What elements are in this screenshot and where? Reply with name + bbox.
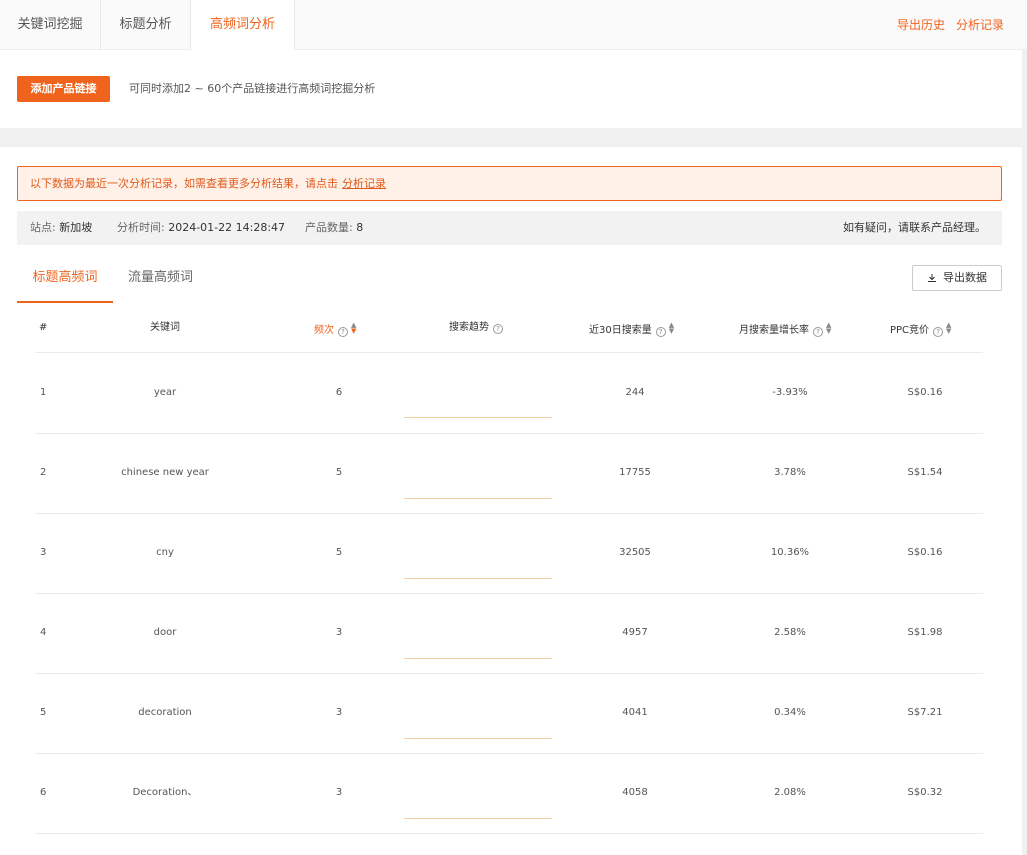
col-header-growth[interactable]: 月搜索量增长率? ▲ ▼ [739, 322, 831, 337]
col-header-search-volume[interactable]: 近30日搜索量? ▲ ▼ [589, 322, 674, 337]
export-data-label: 导出数据 [943, 271, 987, 284]
col-header-trend: 搜索趋势? [449, 322, 503, 334]
row-trend-line [404, 818, 552, 819]
row-divider [35, 513, 983, 514]
frequency-header-label: 频次 [314, 325, 334, 336]
row-frequency: 5 [335, 547, 343, 558]
row-search-volume: 244 [625, 387, 645, 398]
row-index: 2 [40, 467, 47, 478]
add-product-section: 添加产品链接 可同时添加2 ~ 60个产品链接进行高频词挖掘分析 [0, 50, 1022, 128]
tab-keyword-mining[interactable]: 关键词挖掘 [0, 0, 101, 50]
add-product-link-button[interactable]: 添加产品链接 [17, 76, 110, 102]
row-keyword: year [153, 387, 177, 398]
row-index: 6 [40, 787, 47, 798]
row-index: 4 [40, 627, 47, 638]
row-frequency: 3 [335, 707, 343, 718]
col-header-frequency[interactable]: 频次? ▲ ▼ [314, 322, 356, 337]
row-divider [35, 833, 983, 834]
time-value: 2024-01-22 14:28:47 [168, 221, 286, 234]
help-icon[interactable]: ? [655, 327, 666, 337]
time-label: 分析时间: [117, 221, 165, 234]
analysis-records-link[interactable]: 分析记录 [956, 0, 1004, 50]
row-keyword: cny [156, 547, 174, 558]
row-keyword: decoration [138, 707, 192, 718]
analysis-info-bar: 站点: 新加坡 分析时间: 2024-01-22 14:28:47 产品数量: … [17, 211, 1002, 245]
row-growth: 10.36% [770, 547, 810, 558]
row-frequency: 5 [335, 467, 343, 478]
top-tab-bar: 关键词挖掘 标题分析 高频词分析 导出历史 分析记录 [0, 0, 1027, 51]
row-growth: -3.93% [772, 387, 808, 398]
row-trend-line [404, 417, 552, 418]
tab-high-frequency-analysis[interactable]: 高频词分析 [191, 0, 295, 51]
subtab-title-keywords[interactable]: 标题高频词 [17, 258, 113, 303]
row-growth: 2.58% [774, 627, 806, 638]
row-growth: 2.08% [774, 787, 806, 798]
sort-icon[interactable]: ▲ ▼ [669, 322, 674, 335]
row-frequency: 3 [335, 627, 343, 638]
sort-icon[interactable]: ▲ ▼ [946, 322, 951, 335]
row-ppc: S$0.16 [907, 547, 943, 558]
row-keyword: Decoration、 [132, 787, 198, 798]
row-index: 3 [40, 547, 47, 558]
tab-title-analysis[interactable]: 标题分析 [101, 0, 191, 50]
row-index: 1 [40, 387, 47, 398]
latest-record-notice: 以下数据为最近一次分析记录，如需查看更多分析结果，请点击 分析记录 [17, 166, 1002, 201]
row-divider [35, 673, 983, 674]
count-value: 8 [356, 221, 364, 234]
row-ppc: S$1.54 [907, 467, 943, 478]
help-icon[interactable]: ? [813, 327, 823, 337]
count-label: 产品数量: [305, 221, 353, 234]
row-divider [35, 593, 983, 594]
row-trend-line [404, 578, 552, 579]
volume-header-label: 近30日搜索量 [589, 325, 652, 336]
download-icon [927, 268, 937, 292]
row-keyword: chinese new year [121, 467, 209, 478]
row-search-volume: 4957 [622, 627, 648, 638]
trend-header-label: 搜索趋势 [449, 322, 489, 333]
help-icon[interactable]: ? [338, 327, 348, 337]
row-divider [35, 753, 983, 754]
row-ppc: S$1.98 [907, 627, 943, 638]
add-product-hint: 可同时添加2 ~ 60个产品链接进行高频词挖掘分析 [129, 82, 376, 95]
row-trend-line [404, 498, 552, 499]
row-keyword: door [153, 627, 177, 638]
row-growth: 0.34% [774, 707, 806, 718]
help-icon[interactable]: ? [493, 324, 503, 334]
export-history-link[interactable]: 导出历史 [897, 0, 945, 50]
row-growth: 3.78% [774, 467, 806, 478]
export-data-button[interactable]: 导出数据 [912, 265, 1002, 291]
site-value: 新加坡 [59, 221, 93, 234]
ppc-header-label: PPC竞价 [890, 325, 930, 336]
row-search-volume: 4041 [622, 707, 648, 718]
col-header-keyword: 关键词 [150, 322, 180, 333]
row-frequency: 6 [335, 387, 343, 398]
notice-text: 以下数据为最近一次分析记录，如需查看更多分析结果，请点击 [30, 177, 338, 190]
col-header-index: # [39, 322, 48, 333]
row-ppc: S$0.32 [907, 787, 943, 798]
row-index: 5 [40, 707, 47, 718]
contact-note: 如有疑问，请联系产品经理。 [843, 221, 986, 234]
help-icon[interactable]: ? [933, 327, 944, 337]
sort-icon[interactable]: ▲ ▼ [351, 322, 356, 335]
site-info: 站点: 新加坡 [30, 211, 92, 245]
row-ppc: S$7.21 [907, 707, 943, 718]
row-ppc: S$0.16 [907, 387, 943, 398]
count-info: 产品数量: 8 [305, 211, 363, 245]
results-section: 以下数据为最近一次分析记录，如需查看更多分析结果，请点击 分析记录 站点: 新加坡… [0, 147, 1022, 855]
notice-analysis-records-link[interactable]: 分析记录 [342, 177, 386, 190]
site-label: 站点: [30, 221, 56, 234]
row-search-volume: 32505 [619, 547, 651, 558]
header-divider [35, 352, 983, 353]
row-trend-line [404, 658, 552, 659]
row-frequency: 3 [335, 787, 343, 798]
sort-icon[interactable]: ▲ ▼ [826, 322, 831, 335]
row-search-volume: 4058 [622, 787, 648, 798]
row-trend-line [404, 738, 552, 739]
col-header-ppc[interactable]: PPC竞价? ▲ ▼ [890, 322, 951, 337]
subtab-traffic-keywords[interactable]: 流量高频词 [128, 258, 193, 303]
time-info: 分析时间: 2024-01-22 14:28:47 [117, 211, 285, 245]
row-search-volume: 17755 [619, 467, 651, 478]
row-divider [35, 433, 983, 434]
growth-header-label: 月搜索量增长率 [739, 325, 809, 336]
